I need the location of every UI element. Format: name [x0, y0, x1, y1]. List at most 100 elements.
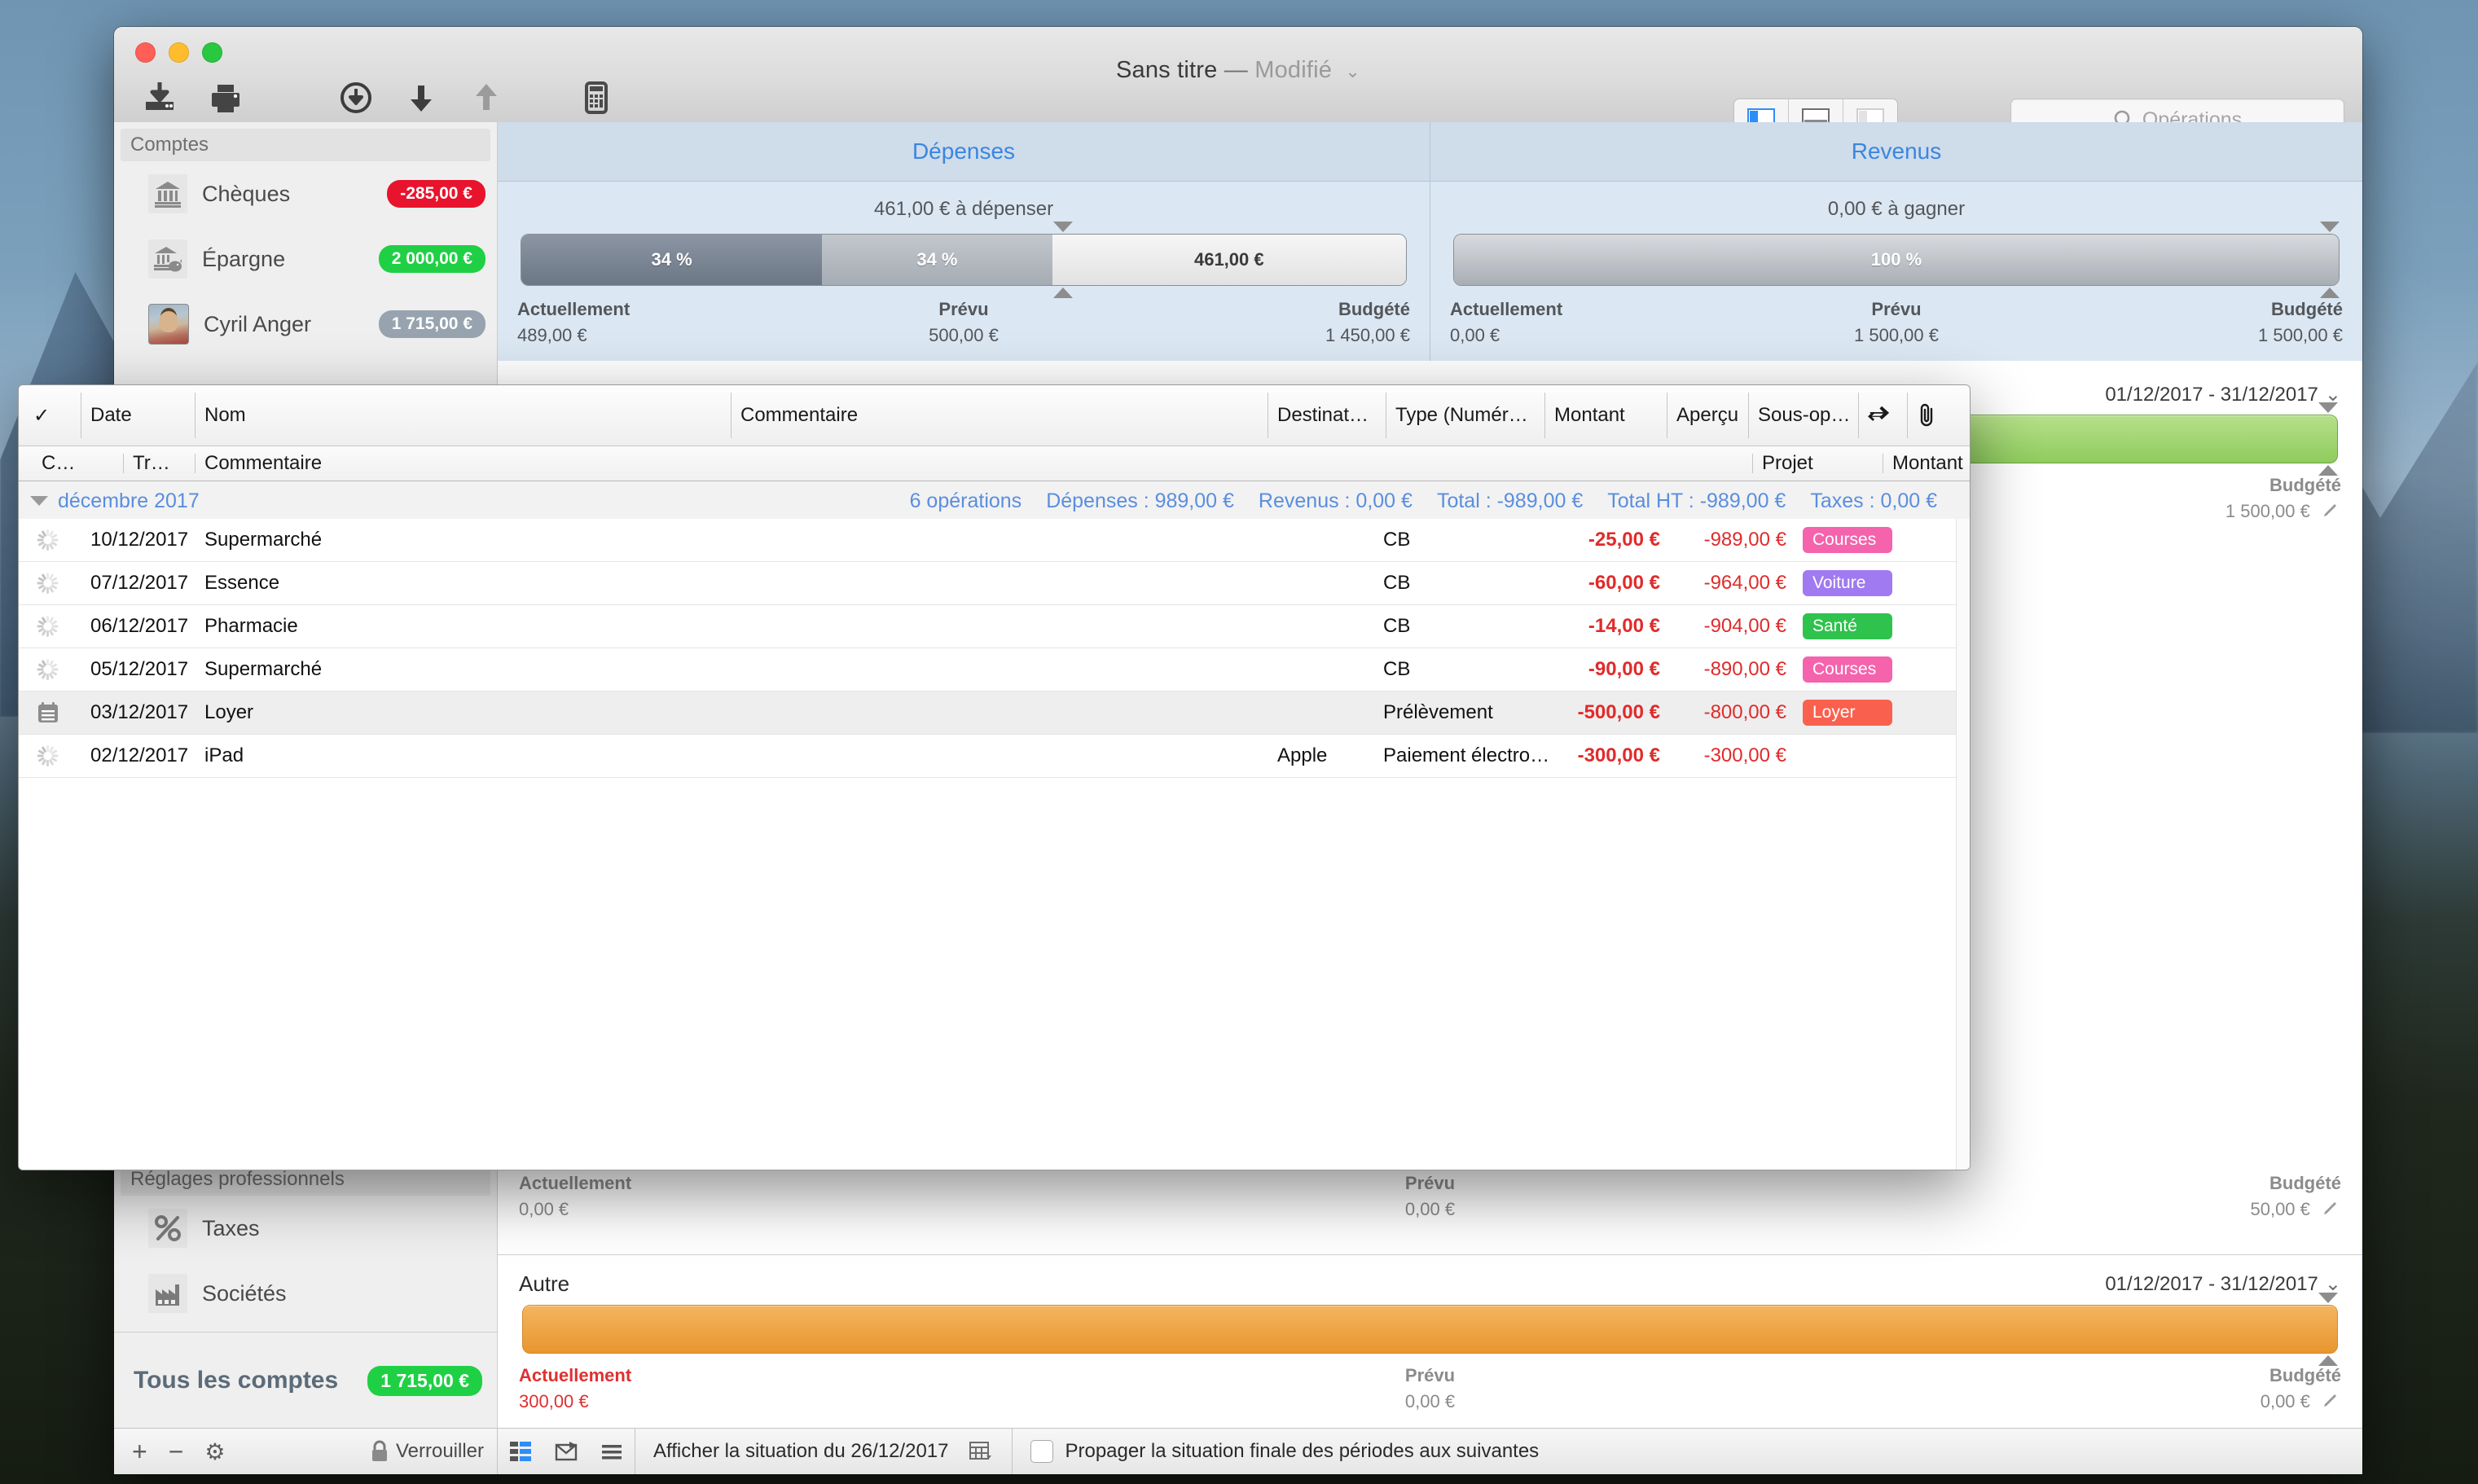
column-header-projet[interactable]: Projet [1752, 446, 1813, 481]
arrow-down-icon[interactable] [395, 74, 447, 121]
revenus-progress-bar[interactable]: 100 % [1453, 234, 2340, 286]
table-row[interactable]: 10/12/2017 Supermarché CB -25,00 € -989,00 €… [19, 519, 1970, 562]
summary-depenses: Dépenses : 989,00 € [1046, 489, 1234, 512]
remove-account-button[interactable]: − [169, 1437, 184, 1467]
row-type: CB [1383, 529, 1411, 551]
depenses-segment-actual: 34 % [521, 235, 823, 285]
sidebar-item-cyril-anger[interactable]: Cyril Anger 1 715,00 € [114, 292, 497, 357]
disclosure-triangle-icon[interactable] [30, 496, 48, 506]
column-header-apercu[interactable]: Aperçu [1666, 385, 1738, 446]
row-amount: -60,00 € [1588, 572, 1660, 594]
column-header-date[interactable]: Date [81, 385, 132, 446]
row-date: 02/12/2017 [90, 744, 189, 766]
edit-pencil-icon[interactable] [2322, 1391, 2341, 1411]
row-category-tag[interactable]: Loyer [1803, 692, 1892, 734]
revenus-planned: Prévu 1 500,00 € [1747, 299, 2045, 346]
row-category-tag[interactable]: Santé [1803, 605, 1892, 648]
operations-scrollbar[interactable] [1956, 519, 1970, 1170]
table-row[interactable]: 07/12/2017 Essence CB -60,00 € -964,00 € Voit… [19, 562, 1970, 605]
row-balance: -964,00 € [1703, 572, 1786, 594]
row-category-tag[interactable]: Voiture [1803, 562, 1892, 604]
sidebar-item-label: Chèques [202, 181, 291, 206]
autre-planned-label: Prévu [1404, 1365, 1456, 1385]
row-category-tag[interactable]: Autre [1803, 735, 1892, 777]
summary-count: 6 opérations [909, 489, 1022, 512]
import-icon[interactable] [134, 74, 186, 121]
row-amount: -90,00 € [1588, 658, 1660, 680]
spinner-icon [37, 659, 58, 680]
income-budget-value: 1 500,00 € [2225, 501, 2310, 521]
attachment-icon[interactable] [1907, 385, 1938, 446]
sidebar-item-epargne[interactable]: Épargne 2 000,00 € [114, 226, 497, 292]
list-view-icon[interactable] [498, 1438, 543, 1464]
autre-bar-wrapper [519, 1293, 2341, 1366]
avatar [148, 304, 189, 345]
row-date: 10/12/2017 [90, 529, 189, 551]
hidden-actual-value: 0,00 € [519, 1199, 569, 1219]
column-header-categorie[interactable]: C… [42, 446, 75, 481]
table-row[interactable]: 06/12/2017 Pharmacie CB -14,00 € -904,00 € Sa… [19, 605, 1970, 648]
menu-lines-icon[interactable] [589, 1438, 635, 1464]
lock-button[interactable]: Verrouiller [370, 1440, 497, 1463]
transfer-icon[interactable] [1858, 385, 1892, 446]
sidebar-item-label: Épargne [202, 246, 286, 271]
column-header-destinataire[interactable]: Destinat… [1267, 385, 1369, 446]
propagate-checkbox[interactable] [1030, 1440, 1054, 1463]
sidebar-item-cheques[interactable]: Chèques -285,00 € [114, 161, 497, 226]
envelope-icon[interactable] [543, 1438, 589, 1464]
column-header-transfert[interactable]: Tr… [123, 446, 170, 481]
revenus-budget: Budgété 1 500,00 € [2045, 299, 2343, 346]
gear-icon[interactable]: ⚙ [204, 1438, 225, 1465]
download-circle-icon[interactable] [330, 74, 382, 121]
budget-header-depenses[interactable]: Dépenses [498, 122, 1430, 181]
calculator-icon[interactable] [570, 74, 622, 121]
budget-header-revenus[interactable]: Revenus [1430, 122, 2362, 181]
row-date: 03/12/2017 [90, 701, 189, 723]
income-detail-range[interactable]: 01/12/2017 - 31/12/2017 ⌄ [2105, 383, 2341, 406]
all-accounts-balance-badge: 1 715,00 € [367, 1365, 482, 1396]
revenus-bar-wrapper: 100 % [1450, 222, 2343, 298]
row-category-tag[interactable]: Courses [1803, 519, 1892, 561]
situation-control[interactable]: Afficher la situation du 26/12/2017 [635, 1440, 1012, 1463]
autre-range[interactable]: 01/12/2017 - 31/12/2017 ⌄ [2105, 1272, 2341, 1296]
column-header-commentaire-2[interactable]: Commentaire [194, 446, 322, 481]
column-header-montant-2[interactable]: Montant [1883, 446, 1963, 481]
summary-taxes: Taxes : 0,00 € [1810, 489, 1937, 512]
edit-pencil-icon[interactable] [2322, 1199, 2341, 1218]
edit-pencil-icon[interactable] [2322, 501, 2341, 520]
print-icon[interactable] [200, 74, 252, 121]
sidebar-item-taxes[interactable]: Taxes [114, 1196, 497, 1261]
column-header-check[interactable]: ✓ [33, 385, 50, 446]
sidebar-item-label: Sociétés [202, 1280, 287, 1306]
row-status-icon [37, 519, 58, 561]
table-row[interactable]: 03/12/2017 Loyer Prélèvement -500,00 € -800,… [19, 692, 1970, 735]
column-header-commentaire[interactable]: Commentaire [730, 385, 858, 446]
autre-header: Autre 01/12/2017 - 31/12/2017 ⌄ [519, 1271, 2341, 1297]
column-header-type[interactable]: Type (Numér… [1386, 385, 1528, 446]
sidebar-item-societes[interactable]: Sociétés [114, 1261, 497, 1326]
row-category-tag[interactable]: Courses [1803, 648, 1892, 691]
sidebar-footer-all-accounts[interactable]: Tous les comptes 1 715,00 € [114, 1332, 497, 1429]
hidden-actual-label: Actuellement [519, 1173, 632, 1193]
column-header-sous-operation[interactable]: Sous-op… [1747, 385, 1850, 446]
bank-icon [148, 174, 187, 213]
column-header-montant[interactable]: Montant [1544, 385, 1625, 446]
table-row[interactable]: 02/12/2017 iPad Apple Paiement électro… -300… [19, 735, 1970, 778]
row-status-icon [37, 735, 58, 777]
revenus-actual: Actuellement 0,00 € [1450, 299, 1747, 346]
table-row[interactable]: 05/12/2017 Supermarché CB -90,00 € -890,00 €… [19, 648, 1970, 692]
row-status-icon [37, 692, 59, 734]
depenses-segment-planned: 34 % [822, 235, 1052, 285]
autre-progress-bar[interactable] [522, 1305, 2338, 1354]
add-account-button[interactable]: + [132, 1437, 147, 1467]
propagate-checkbox-row[interactable]: Propager la situation finale des période… [1013, 1440, 1539, 1463]
percent-icon [148, 1209, 187, 1248]
row-name: Supermarché [204, 658, 323, 680]
view-toggle-group[interactable] [497, 1429, 635, 1474]
operations-summary-row[interactable]: décembre 2017 6 opérations Dépenses : 98… [19, 481, 1970, 521]
chevron-down-icon[interactable]: ⌄ [2325, 1273, 2341, 1295]
calendar-grid-icon[interactable] [969, 1441, 994, 1462]
arrow-up-icon[interactable] [460, 74, 512, 121]
depenses-progress-bar[interactable]: 34 % 34 % 461,00 € [521, 234, 1407, 286]
column-header-nom[interactable]: Nom [195, 385, 246, 446]
